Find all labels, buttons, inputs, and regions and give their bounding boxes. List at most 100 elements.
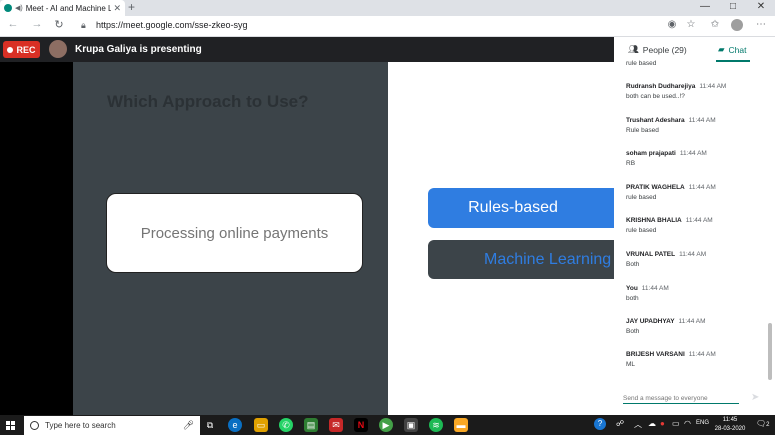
message-text: RB: [626, 160, 636, 167]
presenter-avatar: [49, 40, 67, 58]
send-icon[interactable]: ➤: [751, 392, 759, 403]
taskbar-clock[interactable]: 11:45 28-03-2020: [712, 416, 748, 434]
message-sender: JAY UPADHYAY 11:44 AM: [626, 318, 706, 325]
speaker-icon[interactable]: ◀): [15, 4, 23, 12]
language-indicator[interactable]: ENG: [696, 420, 709, 426]
profile-avatar[interactable]: [731, 19, 743, 31]
spotify-icon[interactable]: ≋: [429, 418, 443, 432]
menu-dots-icon[interactable]: ⋯: [754, 19, 768, 30]
taskbar-search-placeholder: Type here to search: [45, 421, 116, 430]
store-icon[interactable]: ▤: [304, 418, 318, 432]
cloud-icon[interactable]: ☁: [648, 419, 656, 428]
message-sender: BRIJESH VARSANI 11:44 AM: [626, 351, 716, 358]
message-sender: Rudransh Dudharejiya 11:44 AM: [626, 83, 727, 90]
presenting-label: Krupa Galiya is presenting: [75, 44, 202, 55]
taskbar-search[interactable]: Type here to search 🎤︎: [24, 416, 200, 435]
slide-title: Which Approach to Use?: [107, 92, 309, 111]
example-box: Processing online payments: [106, 193, 363, 273]
tab-people[interactable]: 👥︎ People (29): [628, 44, 687, 55]
message-text: ML: [626, 361, 636, 368]
tab-title: Meet - AI and Machine Lea: [25, 3, 112, 13]
composer-underline: [623, 403, 739, 404]
people-tray-icon[interactable]: ☍: [616, 419, 624, 428]
message-text: Both: [626, 261, 640, 268]
battery-icon[interactable]: ▭: [672, 419, 680, 428]
chat-icon: ▰: [718, 44, 725, 54]
bookmark-star-icon[interactable]: ☆: [684, 19, 698, 30]
url-field[interactable]: https://meet.google.com/sse-zkeo-syg: [96, 20, 248, 30]
message-time: 11:44 AM: [685, 217, 713, 224]
list-item: PRATIK WAGHELA 11:44 AM rule based: [626, 184, 761, 201]
message-time: 11:44 AM: [699, 83, 727, 90]
message-time: 11:44 AM: [641, 285, 669, 292]
list-item: Rudransh Dudharejiya 11:44 AM both can be…: [626, 83, 761, 100]
tab-chat[interactable]: ▰ Chat: [718, 44, 747, 55]
message-time: 11:44 AM: [688, 117, 716, 124]
minimize-button[interactable]: —: [694, 1, 716, 12]
message-text: both can be used..!?: [626, 93, 685, 100]
message-time: 11:44 AM: [679, 150, 707, 157]
maximize-button[interactable]: □: [722, 1, 744, 12]
help-icon[interactable]: ?: [594, 418, 606, 430]
rules-based-option: Rules-based: [428, 188, 628, 228]
chat-message-input[interactable]: [623, 393, 739, 403]
microphone-icon[interactable]: 🎤︎: [183, 420, 194, 431]
whatsapp-icon[interactable]: ✆: [279, 418, 293, 432]
security-icon[interactable]: ●: [660, 419, 665, 428]
clock-date: 28-03-2020: [714, 426, 746, 432]
list-item: KRISHNA BHALIA 11:44 AM rule based: [626, 217, 761, 234]
recording-badge: REC: [3, 41, 40, 58]
sticky-notes-icon[interactable]: ▬: [454, 418, 468, 432]
collections-icon[interactable]: ✩: [708, 19, 722, 30]
forward-icon[interactable]: →: [30, 18, 44, 30]
back-icon[interactable]: ←: [6, 18, 20, 30]
message-sender: soham prajapati 11:44 AM: [626, 150, 707, 157]
browser-tab[interactable]: ◀) Meet - AI and Machine Lea ✕: [0, 0, 125, 16]
netflix-icon[interactable]: N: [354, 418, 368, 432]
close-window-button[interactable]: ✕: [750, 1, 772, 12]
message-text: Both: [626, 328, 640, 335]
cortana-icon: [30, 421, 39, 430]
lock-icon[interactable]: 🔒︎: [81, 20, 86, 31]
message-sender: VRUNAL PATEL 11:44 AM: [626, 251, 707, 258]
windows-logo-icon: [5, 420, 15, 430]
notification-icon[interactable]: 🗨︎2: [756, 419, 770, 428]
message-sender: Trushant Adeshara 11:44 AM: [626, 117, 716, 124]
list-item: soham prajapati 11:44 AM RB: [626, 150, 761, 167]
photos-icon[interactable]: ▣: [404, 418, 418, 432]
message-text: both: [626, 295, 639, 302]
message-time: 11:44 AM: [688, 184, 716, 191]
chat-scrollbar[interactable]: [768, 323, 772, 380]
list-item: JAY UPADHYAY 11:44 AM Both: [626, 318, 761, 335]
list-item: Trushant Adeshara 11:44 AM Rule based: [626, 117, 761, 134]
show-hidden-icons[interactable]: ︿: [634, 419, 642, 430]
message-text: rule based: [626, 60, 657, 67]
record-dot-icon: [7, 46, 14, 53]
list-item: rule based: [626, 60, 761, 67]
message-time: 11:44 AM: [679, 251, 707, 258]
meet-favicon-icon: [4, 4, 12, 12]
wifi-icon[interactable]: ◠: [684, 419, 691, 428]
message-time: 11:44 AM: [688, 351, 716, 358]
edge-browser-icon[interactable]: e: [228, 418, 242, 432]
start-button[interactable]: [0, 415, 20, 435]
message-text: rule based: [626, 227, 657, 234]
list-item: BRIJESH VARSANI 11:44 AM ML: [626, 351, 761, 368]
tab-close-icon[interactable]: ✕: [113, 3, 121, 14]
people-icon: 👥︎: [628, 44, 639, 54]
file-explorer-icon[interactable]: ▭: [254, 418, 268, 432]
camera-permission-icon[interactable]: ◉: [665, 19, 679, 30]
new-tab-button[interactable]: +: [128, 0, 135, 14]
media-player-icon[interactable]: ▶: [379, 418, 393, 432]
chat-tab-label: Chat: [728, 44, 747, 55]
notification-count: 2: [766, 422, 770, 428]
recording-label: REC: [16, 44, 36, 55]
message-text: rule based: [626, 194, 657, 201]
reload-icon[interactable]: ↻: [52, 18, 66, 31]
mail-icon[interactable]: ✉: [329, 418, 343, 432]
slide-right-panel: [388, 62, 614, 415]
message-time: 11:44 AM: [678, 318, 706, 325]
machine-learning-option: Machine Learning: [428, 240, 628, 279]
task-view-icon[interactable]: ⧉: [203, 418, 217, 432]
message-sender: KRISHNA BHALIA 11:44 AM: [626, 217, 713, 224]
